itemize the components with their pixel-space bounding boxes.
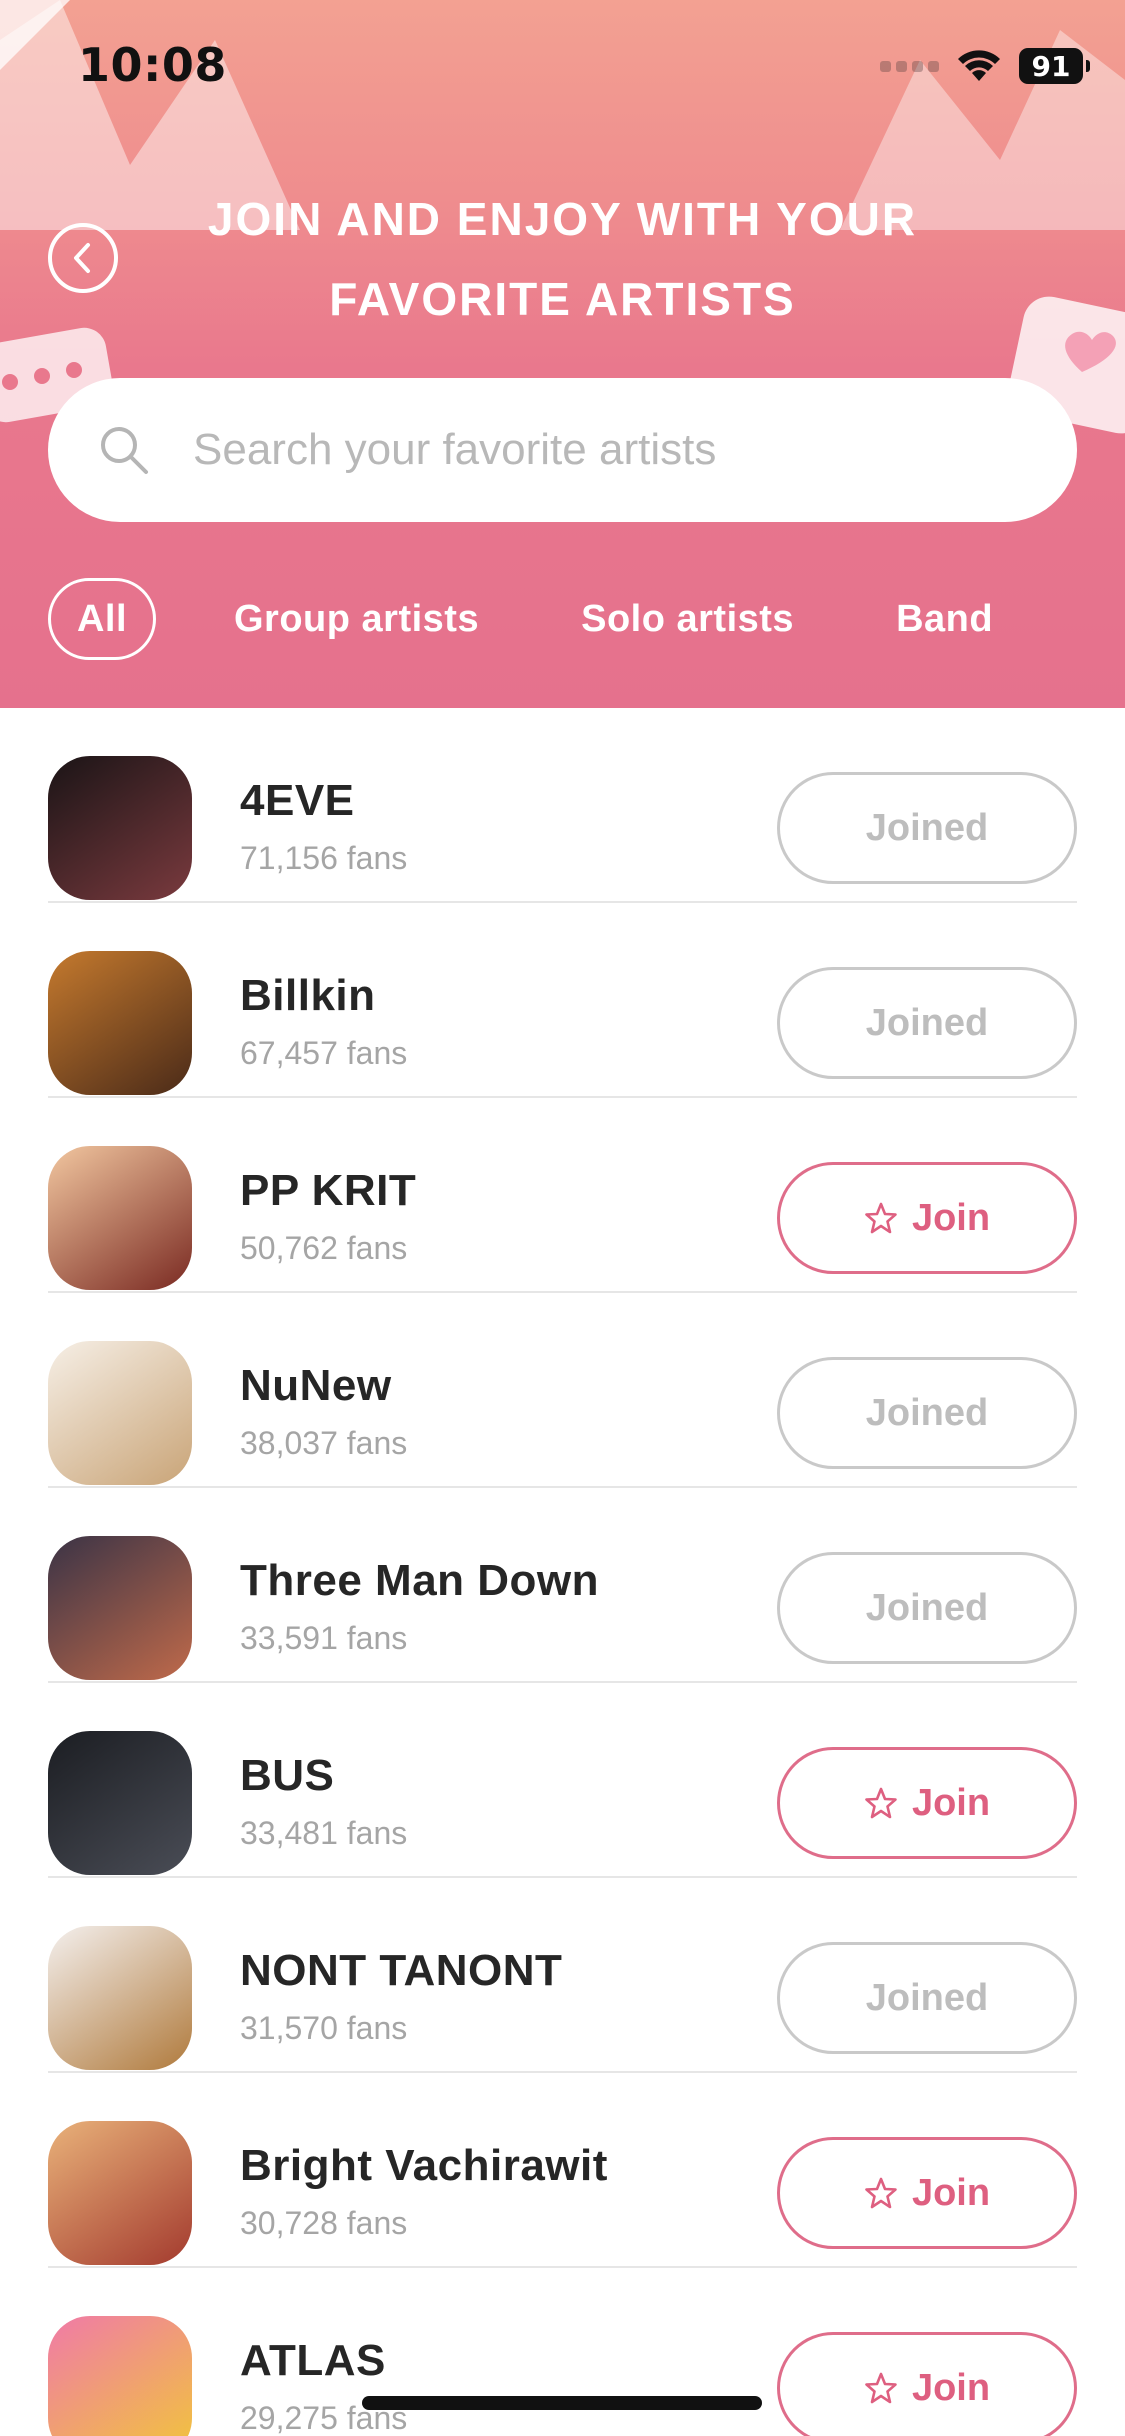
artist-fan-count: 30,728 fans [240, 2205, 408, 2241]
join-button[interactable]: Join [777, 2332, 1077, 2436]
artist-name: NONT TANONT [240, 1946, 563, 1995]
artist-avatar[interactable] [48, 1146, 192, 1290]
artist-fan-count: 67,457 fans [240, 1035, 408, 1071]
joined-button[interactable]: Joined [777, 1942, 1077, 2054]
wifi-icon [958, 50, 1000, 81]
artist-name: 4EVE [240, 776, 355, 825]
button-label: Join [911, 1781, 991, 1824]
artist-avatar[interactable] [48, 1341, 192, 1485]
home-indicator [362, 2396, 762, 2410]
page-title-line-2: FAVORITE ARTISTS [329, 273, 796, 325]
button-label: Joined [865, 1586, 989, 1629]
artist-avatar[interactable] [48, 2121, 192, 2265]
artist-name: Bright Vachirawit [240, 2141, 608, 2190]
artist-name: Billkin [240, 971, 376, 1020]
button-label: Join [911, 2171, 991, 2214]
joined-button[interactable]: Joined [777, 1552, 1077, 1664]
button-label: Join [911, 2366, 991, 2409]
star-icon [865, 1202, 897, 1234]
page-title-line-1: JOIN AND ENJOY WITH YOUR [207, 193, 918, 245]
joined-button[interactable]: Joined [777, 1357, 1077, 1469]
artist-row[interactable]: Bright Vachirawit 30,728 fans Join [0, 2073, 1125, 2268]
artist-fan-count: 31,570 fans [240, 2010, 408, 2046]
filter-tab-band[interactable]: Band [896, 578, 993, 660]
header-banner: 10:08 91 JOIN AND ENJOY WITH YOUR FAVORI… [0, 0, 1125, 708]
search-icon [101, 427, 148, 474]
artist-row[interactable]: BUS 33,481 fans Join [0, 1683, 1125, 1878]
artist-row[interactable]: NONT TANONT 31,570 fans Joined [0, 1878, 1125, 2073]
artist-list: 4EVE 71,156 fans Joined Billkin 67,457 fans J… [0, 708, 1125, 2436]
artist-avatar[interactable] [48, 1926, 192, 2070]
filter-tab-solo-artists[interactable]: Solo artists [581, 578, 794, 660]
status-time: 10:08 [78, 38, 227, 92]
artist-row[interactable]: Billkin 67,457 fans Joined [0, 903, 1125, 1098]
artist-avatar[interactable] [48, 1536, 192, 1680]
artist-avatar[interactable] [48, 951, 192, 1095]
artist-row[interactable]: Three Man Down 33,591 fans Joined [0, 1488, 1125, 1683]
back-button[interactable] [48, 223, 118, 293]
artist-fan-count: 33,591 fans [240, 1620, 408, 1656]
cellular-signal-icon [880, 60, 939, 72]
filter-tab-all[interactable]: All [48, 578, 156, 660]
chevron-left-icon [74, 243, 90, 273]
star-icon [865, 2177, 897, 2209]
artist-fan-count: 71,156 fans [240, 840, 408, 876]
battery-icon: 91 [1019, 48, 1090, 84]
search-bar[interactable] [48, 378, 1077, 522]
artist-name: BUS [240, 1751, 335, 1800]
button-label: Joined [865, 1976, 989, 2019]
artist-fan-count: 33,481 fans [240, 1815, 408, 1851]
button-label: Joined [865, 1391, 989, 1434]
artist-name: PP KRIT [240, 1166, 417, 1215]
artist-avatar[interactable] [48, 1731, 192, 1875]
button-label: Joined [865, 806, 989, 849]
artist-row[interactable]: ATLAS 29,275 fans Join [0, 2268, 1125, 2436]
joined-button[interactable]: Joined [777, 772, 1077, 884]
artist-avatar[interactable] [48, 756, 192, 900]
filter-tabs: All Group artists Solo artists Band [48, 578, 993, 660]
search-input[interactable] [193, 378, 1053, 522]
button-label: Joined [865, 1001, 989, 1044]
status-indicators: 91 [880, 48, 1090, 84]
star-icon [865, 2372, 897, 2404]
artist-row[interactable]: PP KRIT 50,762 fans Join [0, 1098, 1125, 1293]
join-button[interactable]: Join [777, 1162, 1077, 1274]
artist-name: NuNew [240, 1361, 392, 1410]
artist-name: Three Man Down [240, 1556, 600, 1605]
artist-row[interactable]: 4EVE 71,156 fans Joined [0, 708, 1125, 903]
artist-fan-count: 38,037 fans [240, 1425, 408, 1461]
artist-row[interactable]: NuNew 38,037 fans Joined [0, 1293, 1125, 1488]
star-icon [865, 1787, 897, 1819]
artist-fan-count: 50,762 fans [240, 1230, 408, 1266]
joined-button[interactable]: Joined [777, 967, 1077, 1079]
join-button[interactable]: Join [777, 1747, 1077, 1859]
filter-tab-group-artists[interactable]: Group artists [234, 578, 479, 660]
artist-name: ATLAS [240, 2336, 386, 2385]
artist-avatar[interactable] [48, 2316, 192, 2436]
join-button[interactable]: Join [777, 2137, 1077, 2249]
button-label: Join [911, 1196, 991, 1239]
